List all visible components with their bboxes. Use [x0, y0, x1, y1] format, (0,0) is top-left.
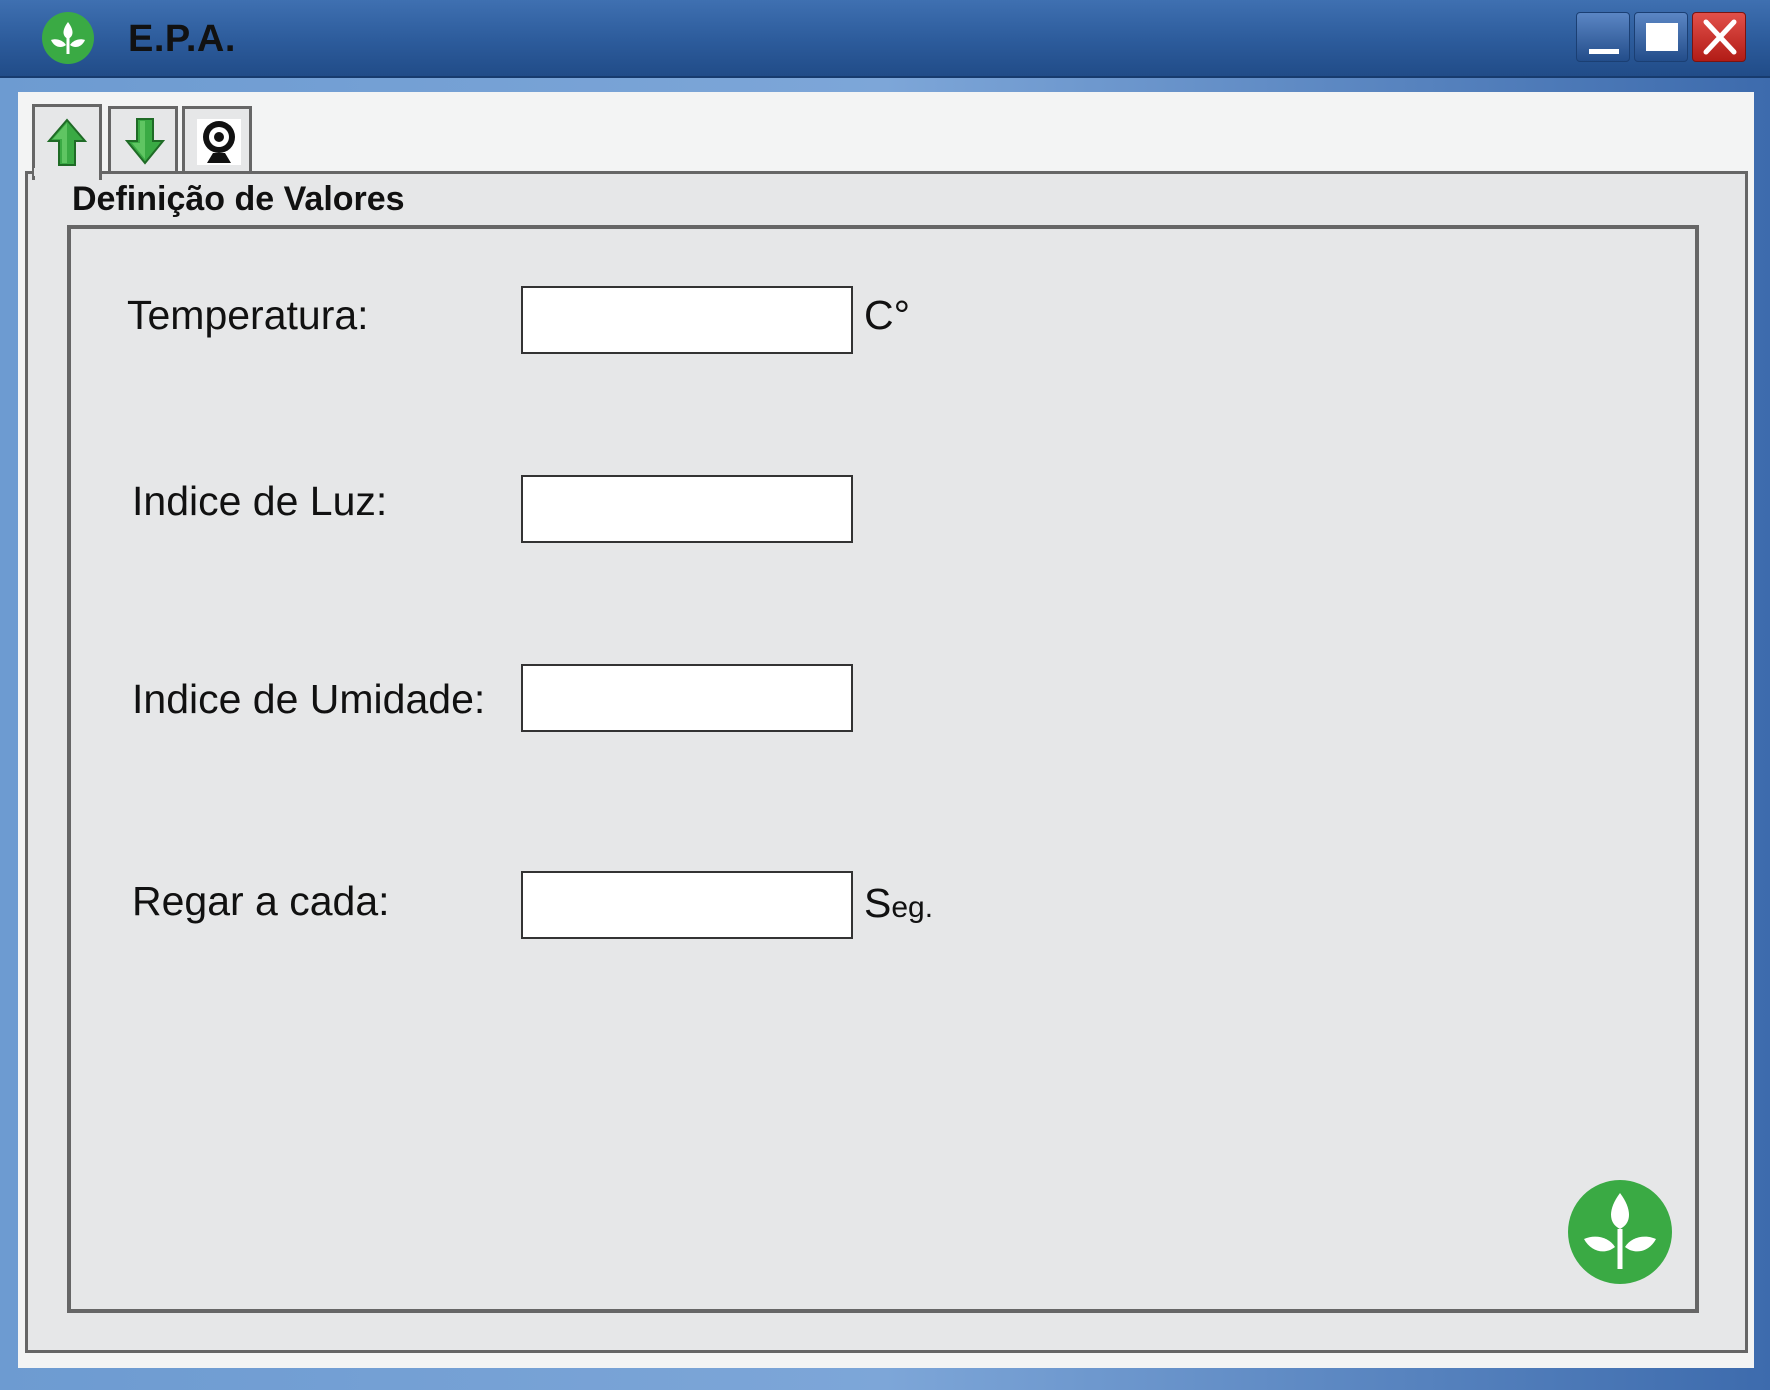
temperature-unit: C°: [864, 292, 911, 338]
maximize-icon: [1646, 23, 1678, 51]
app-window: E.P.A. Definição de Valores Temperatura:…: [0, 0, 1770, 1390]
plant-action-button[interactable]: [1567, 1179, 1673, 1285]
tab-camera[interactable]: [182, 106, 252, 174]
title-bar[interactable]: E.P.A.: [0, 0, 1770, 78]
watering-unit-rest: eg.: [891, 891, 934, 924]
watering-unit: Seg.: [864, 880, 933, 927]
maximize-button[interactable]: [1634, 12, 1688, 62]
close-icon: [1703, 19, 1737, 55]
close-button[interactable]: [1692, 12, 1746, 62]
webcam-icon: [197, 119, 241, 165]
group-title: Definição de Valores: [72, 180, 405, 218]
window-title: E.P.A.: [128, 18, 236, 60]
temperature-label: Temperatura:: [127, 292, 369, 338]
watering-input[interactable]: [521, 871, 853, 939]
tab-download[interactable]: [108, 106, 178, 174]
minimize-icon: [1589, 49, 1619, 54]
humidity-label: Indice de Umidade:: [132, 676, 486, 722]
temperature-input[interactable]: [521, 286, 853, 354]
plant-sprout-icon: [42, 12, 94, 64]
humidity-input[interactable]: [521, 664, 853, 732]
values-groupbox: [67, 225, 1699, 1313]
light-input[interactable]: [521, 475, 853, 543]
minimize-button[interactable]: [1576, 12, 1630, 62]
light-label: Indice de Luz:: [132, 478, 388, 524]
watering-unit-main: S: [864, 880, 892, 926]
watering-label: Regar a cada:: [132, 878, 390, 924]
arrow-down-icon: [124, 118, 166, 165]
tab-connector: [34, 168, 98, 176]
